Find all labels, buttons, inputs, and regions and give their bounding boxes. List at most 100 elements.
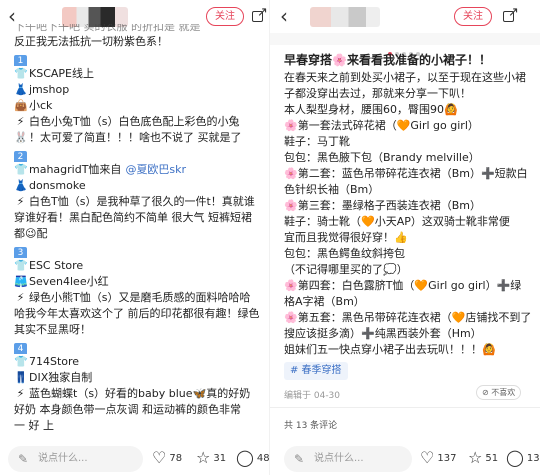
body-line: 包包：黑色鳄鱼纹斜挎包: [284, 247, 405, 260]
bullet-emoji-icon: 🐰: [14, 131, 28, 144]
back-arrow-icon[interactable]: ‹: [280, 4, 288, 28]
line-text: 一 好 上: [14, 419, 54, 432]
star-icon: ☆: [468, 448, 483, 467]
line-text: 哈我今年太喜欢这个了 前后的印花都很有趣！绿色: [14, 307, 260, 320]
bullet-emoji-icon: 👖: [14, 371, 28, 384]
line-text: 好奶 本身颜色带一点灰调 和运动裤的颜色非常: [14, 403, 241, 416]
bullet-emoji-icon: 👗: [14, 179, 28, 192]
not-interested-button[interactable]: ⊘ 不喜欢: [476, 385, 522, 400]
share-icon[interactable]: ↗: [251, 6, 268, 24]
engagement-bar: ✎ 说点什么... ♡ 78 ☆ 31 ◯ 48: [0, 438, 270, 475]
line-text: ESC Store: [29, 259, 84, 272]
number-badge: 1: [14, 55, 27, 66]
heart-icon: ♡: [152, 448, 167, 467]
body-line: 包包：黑色腋下包（Brandy melville）: [284, 151, 480, 164]
mention-link[interactable]: @夏欧巴skr: [125, 163, 186, 176]
section-number: 4: [14, 338, 264, 354]
section-number: 3: [14, 242, 264, 258]
bullet-emoji-icon: ⚡: [16, 195, 25, 208]
line-text: Seven4lee小红: [29, 275, 109, 288]
divider-line: [270, 407, 540, 408]
body-line: 好奶 本身颜色带一点灰调 和运动裤的颜色非常: [14, 402, 264, 418]
note-header: ‹ 关注 ↗: [270, 0, 540, 33]
line-text: DIX独家自制: [29, 371, 93, 384]
body-line: 🌸第四套：白色露脐T恤（🧡Girl go girl）➕绿: [284, 279, 522, 292]
star-icon: ☆: [196, 448, 211, 467]
number-badge: 4: [14, 343, 27, 354]
comment-input[interactable]: ✎ 说点什么...: [284, 446, 412, 472]
like-button[interactable]: ♡ 78: [152, 449, 182, 468]
body-line: ⚡ 白色T恤（s）是我种草了很久的一件t！真就谁: [14, 194, 264, 210]
line-text: jmshop: [29, 83, 70, 96]
body-line: 👗donsmoke: [14, 178, 264, 194]
comment-count: 13: [526, 453, 540, 464]
body-line: 👜小ck: [14, 98, 264, 114]
body-line: 搜应该挺多滴）➕纯黑西装外套（Hm）: [284, 327, 482, 340]
body-line: ⚡ 白色小兔T恤（s）白色底色配上彩色的小兔: [14, 114, 264, 130]
bullet-emoji-icon: ⚡: [16, 291, 25, 304]
body-line: 反正我无法抵抗一切粉紫色系！: [14, 34, 264, 50]
body-line: 🌸第三套：墨绿格子西装连衣裙（Bm）: [284, 199, 481, 212]
number-badge: 2: [14, 151, 27, 162]
body-line: 格A字裙（Bm）: [284, 295, 365, 308]
body-line: 👕714Store: [14, 354, 264, 370]
bullet-emoji-icon: 🩳: [14, 275, 28, 288]
body-line: 👕KSCAPE线上: [14, 66, 264, 82]
comment-button[interactable]: ◯ 13: [506, 449, 540, 468]
engagement-bar: ✎ 说点什么... ♡ 137 ☆ 51 ◯ 13: [270, 438, 540, 475]
body-line: 🐰！太可爱了简直！！！啥也不说了 买就是了: [14, 130, 264, 146]
body-line: 鞋子：马丁靴: [284, 135, 350, 148]
bullet-emoji-icon: 👗: [14, 83, 28, 96]
body-line: 子都没穿出去过，那就来分享一下叭！: [284, 87, 471, 100]
collect-button[interactable]: ☆ 51: [468, 449, 498, 468]
collect-count: 51: [485, 453, 499, 464]
body-line: 一 好 上: [14, 418, 264, 434]
note-body: 下午吧下午吧 实的衣服 的折扣是 就是 反正我无法抵抗一切粉紫色系！ 1 👕KSCA…: [14, 24, 264, 434]
line-text: 蓝色蝴蝶t（s）好看的baby blue🦋真的好奶: [29, 387, 251, 400]
comment-placeholder: 说点什么...: [38, 453, 88, 464]
follow-button[interactable]: 关注: [454, 7, 492, 26]
collect-count: 31: [213, 453, 227, 464]
pencil-icon: ✎: [18, 452, 29, 466]
share-icon[interactable]: ↗: [502, 6, 519, 24]
body-line: 👗jmshop: [14, 82, 264, 98]
author-avatar[interactable]: [310, 7, 380, 27]
line-text: ！太可爱了简直！！！啥也不说了 买就是了: [29, 131, 242, 144]
body-line: 哈我今年太喜欢这个了 前后的印花都很有趣！绿色: [14, 306, 264, 322]
comment-input[interactable]: ✎ 说点什么...: [8, 446, 143, 472]
line-text: 其实不显黑呀！: [14, 323, 91, 336]
line-text: mahagridT恤来自: [29, 163, 122, 176]
body-line: 👕ESC Store: [14, 258, 264, 274]
left-note-screen: ‹ 关注 ↗ 下午吧下午吧 实的衣服 的折扣是 就是 反正我无法抵抗一切粉紫色系…: [0, 0, 270, 475]
line-text: 都😉配: [14, 227, 48, 240]
body-line: 姐妹们五一快点穿小裙子出去玩叭！！！🙆: [284, 343, 496, 356]
cropped-line: 下午吧下午吧 实的衣服 的折扣是 就是: [14, 24, 201, 33]
right-note-screen: ‹ 关注 ↗ 早春穿搭🌸来看看我准备的小裙子！！ 在春天来之前到处买小裙子，以至…: [270, 0, 540, 475]
line-text: 白色T恤（s）是我种草了很久的一件t！真就谁: [29, 195, 255, 208]
comment-count: 48: [256, 453, 270, 464]
topic-tag[interactable]: # 春季穿搭: [284, 362, 348, 380]
body-line: 鞋子：骑士靴（🧡小天AP）这双骑士靴非常便: [284, 215, 510, 228]
speech-bubble-icon: ◯: [236, 448, 254, 467]
bullet-emoji-icon: ⚡: [16, 115, 25, 128]
collect-button[interactable]: ☆ 31: [196, 449, 226, 468]
bullet-emoji-icon: 👜: [14, 99, 28, 112]
number-badge: 3: [14, 247, 27, 258]
line-text: 小ck: [29, 99, 53, 112]
comment-button[interactable]: ◯ 48: [236, 449, 270, 468]
line-text: 反正我无法抵抗一切粉紫色系！: [14, 35, 168, 48]
bullet-emoji-icon: 👕: [14, 67, 28, 80]
section-number: 1: [14, 50, 264, 66]
body-line: （不记得哪里买的了💭）: [284, 263, 408, 276]
line-text: 穿谁好看！黑白配色简约不简单 很大气 短裤短裙: [14, 211, 252, 224]
body-line: 👕mahagridT恤来自 @夏欧巴skr: [14, 162, 264, 178]
note-title: 早春穿搭🌸来看看我准备的小裙子！！: [284, 53, 491, 67]
body-line: 🩳Seven4lee小红: [14, 274, 264, 290]
body-line: 在春天来之前到处买小裙子，以至于现在这些小裙: [284, 71, 526, 84]
line-text: 714Store: [29, 355, 80, 368]
line-text: 绿色小熊T恤（s）又是磨毛质感的面料哈哈哈: [29, 291, 251, 304]
like-button[interactable]: ♡ 137: [420, 449, 456, 468]
body-line: 穿谁好看！黑白配色简约不简单 很大气 短裤短裙: [14, 210, 264, 226]
body-line: ⚡ 蓝色蝴蝶t（s）好看的baby blue🦋真的好奶: [14, 386, 264, 402]
pencil-icon: ✎: [294, 452, 305, 466]
